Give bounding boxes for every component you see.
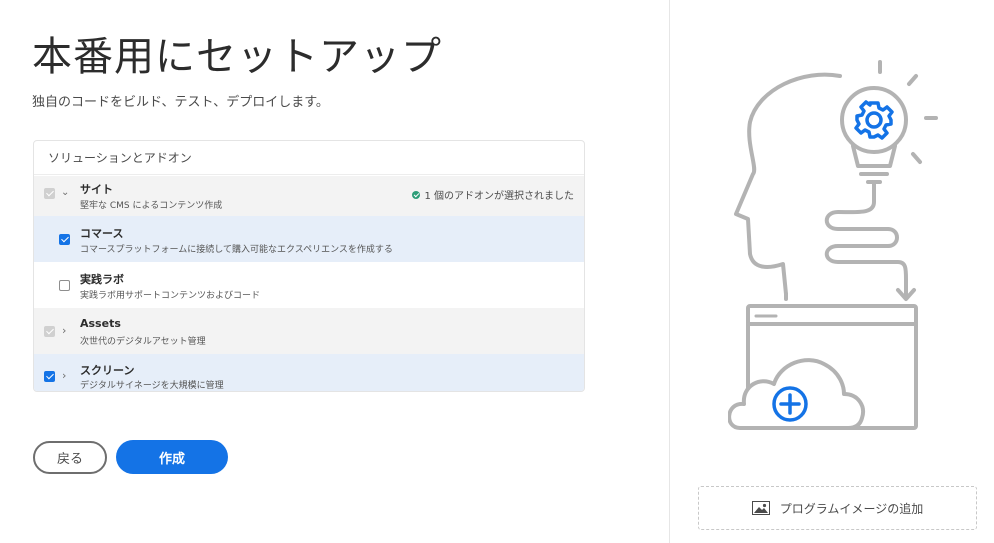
row-desc: 実践ラボ用サポートコンテンツおよびコード [80, 291, 261, 301]
row-desc: 次世代のデジタルアセット管理 [80, 337, 206, 347]
row-title: 実践ラボ [80, 273, 124, 286]
row-title: スクリーン [80, 364, 135, 377]
solution-row-assets[interactable]: › Assets 次世代のデジタルアセット管理 [34, 308, 584, 354]
cloud-setup-illustration [728, 60, 938, 430]
page-subtitle: 独自のコードをビルド、テスト、デプロイします。 [32, 95, 329, 110]
solution-row-screens[interactable]: › スクリーン デジタルサイネージを大規模に管理 [34, 354, 584, 391]
row-title: コマース [80, 227, 124, 240]
add-image-label: プログラムイメージの追加 [779, 501, 924, 516]
row-desc: デジタルサイネージを大規模に管理 [80, 381, 224, 391]
create-button[interactable]: 作成 [116, 440, 228, 474]
solution-row-sites[interactable]: ⌄ サイト 堅牢な CMS によるコンテンツ作成 1 個のアドオンが選択されまし… [34, 176, 584, 216]
image-icon [751, 501, 770, 515]
page-title: 本番用にセットアップ [32, 34, 442, 80]
check-circle-icon [412, 190, 421, 199]
row-desc: 堅牢な CMS によるコンテンツ作成 [80, 201, 223, 211]
addon-status-text: 1 個のアドオンが選択されました [424, 191, 574, 202]
solutions-panel: ソリューションとアドオン ⌄ サイト 堅牢な CMS によるコンテンツ作成 1 … [33, 140, 585, 392]
row-title: Assets [80, 317, 121, 330]
addon-row-commerce[interactable]: コマース コマースプラットフォームに接続して購入可能なエクスペリエンスを作成する [34, 216, 584, 262]
illustration-pane: プログラムイメージの追加 [669, 0, 994, 543]
addon-row-labs[interactable]: 実践ラボ 実践ラボ用サポートコンテンツおよびコード [34, 262, 584, 308]
chevron-right-icon[interactable]: › [62, 324, 66, 337]
panel-header: ソリューションとアドオン [34, 141, 584, 175]
sites-checkbox [44, 188, 55, 199]
screens-checkbox[interactable] [44, 371, 55, 382]
row-desc: コマースプラットフォームに接続して購入可能なエクスペリエンスを作成する [80, 245, 393, 255]
labs-checkbox[interactable] [59, 280, 70, 291]
add-program-image-button[interactable]: プログラムイメージの追加 [698, 486, 977, 530]
chevron-right-icon[interactable]: › [62, 369, 66, 382]
back-button[interactable]: 戻る [33, 441, 107, 474]
chevron-down-icon[interactable]: ⌄ [61, 187, 69, 198]
commerce-checkbox[interactable] [59, 234, 70, 245]
row-title: サイト [80, 183, 113, 196]
assets-checkbox [44, 326, 55, 337]
addon-status: 1 個のアドオンが選択されました [412, 187, 574, 202]
